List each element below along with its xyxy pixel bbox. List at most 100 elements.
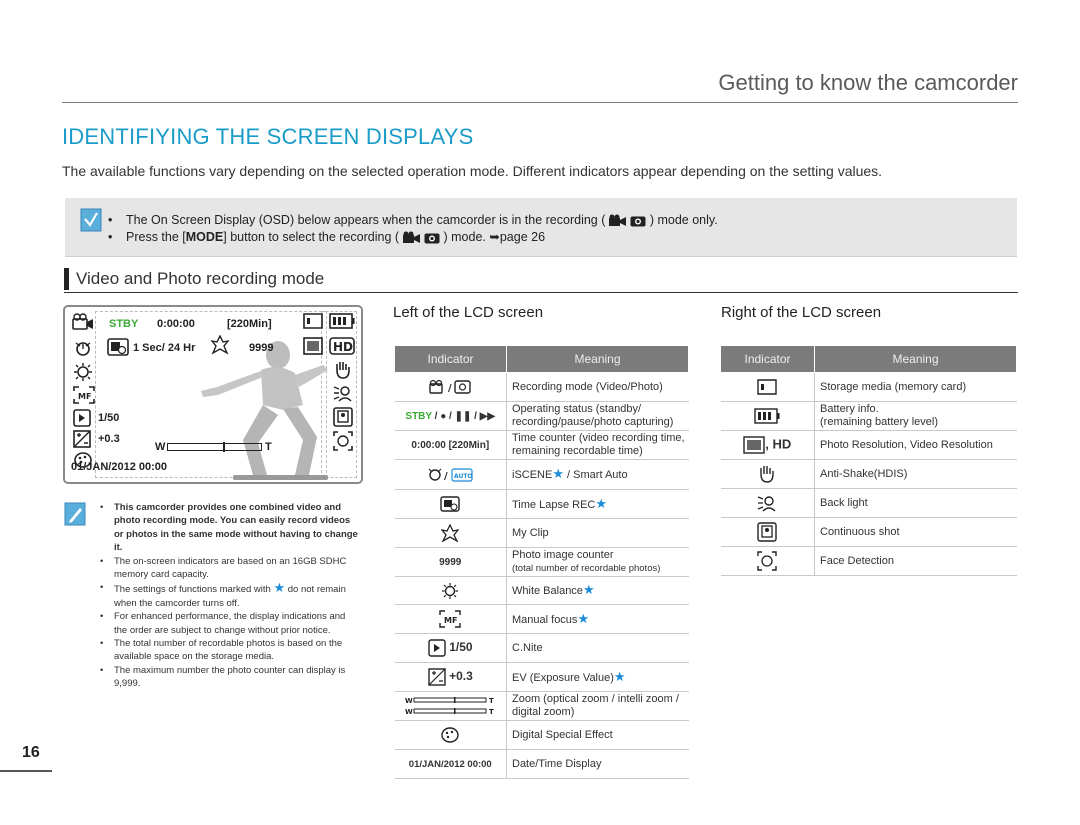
- lcd-date-time: 01/JAN/2012 00:00: [71, 461, 168, 473]
- status-icons: / ● / ❚❚ / ▶▶: [431, 410, 496, 422]
- lcd-zoom-w: W: [155, 441, 166, 453]
- my-clip-icon: [441, 524, 460, 542]
- svg-text:T: T: [489, 697, 494, 705]
- table-row: My Clip: [394, 518, 689, 548]
- chapter-title: Getting to know the camcorder: [718, 70, 1018, 95]
- memory-card-icon: [303, 313, 323, 329]
- table-row: 9999 Photo image counter (total number of…: [394, 547, 689, 577]
- star-icon: ★: [582, 582, 595, 597]
- left-table-heading: Left of the LCD screen: [393, 304, 544, 321]
- my-clip-icon: [211, 335, 229, 355]
- iscene-smart-auto-icon: / AUTO: [428, 467, 473, 482]
- side-note-item: • The settings of functions marked with ★…: [100, 580, 346, 609]
- svg-text:/: /: [448, 383, 452, 394]
- white-balance-icon: [74, 363, 92, 381]
- video-mode-icon: [608, 214, 626, 227]
- svg-text:W: W: [405, 697, 413, 705]
- video-mode-icon: [402, 231, 420, 244]
- note-box: [65, 198, 1017, 257]
- hd-icon: HD: [329, 337, 355, 355]
- side-note-item: • The total number of recordable photos i…: [100, 638, 343, 663]
- col-meaning: Meaning: [506, 345, 689, 373]
- table-row: Face Detection: [720, 546, 1017, 576]
- lcd-cnite: 1/50: [98, 412, 120, 424]
- table-row: White Balance★: [394, 576, 689, 605]
- table-row: / Recording mode (Video/Photo): [394, 372, 689, 402]
- anti-shake-icon: [760, 466, 774, 483]
- lcd-zoom-t: T: [265, 441, 272, 453]
- back-light-icon: [758, 496, 776, 512]
- svg-text:AUTO: AUTO: [454, 473, 473, 480]
- table-row: STBY / ● / ❚❚ / ▶▶ Operating status (sta…: [394, 401, 689, 431]
- lcd-time-lapse-interval: 1 Sec/ 24 Hr: [133, 342, 196, 354]
- svg-text:HD: HD: [333, 340, 353, 354]
- col-meaning: Meaning: [814, 345, 1017, 373]
- time-lapse-icon: [107, 338, 129, 356]
- time-lapse-icon: [440, 496, 460, 512]
- zoom-bar-icon: W T W T: [405, 697, 494, 716]
- skateboarder-silhouette: [201, 341, 328, 480]
- table-row: 0:00:00 [220Min] Time counter (video rec…: [394, 430, 689, 460]
- right-lcd-table: Indicator Meaning Storage media (memory c…: [720, 345, 1017, 576]
- lcd-screen-illustration: STBY 0:00:00 [220Min] 1 Sec/ 24 Hr 9999 …: [63, 305, 363, 484]
- iscene-icon: [75, 342, 91, 356]
- lcd-status: STBY: [109, 318, 139, 330]
- table-row: Digital Special Effect: [394, 720, 689, 750]
- table-row: MF Manual focus★: [394, 604, 689, 634]
- lcd-zoom-bar: [167, 442, 262, 452]
- star-icon: ★: [595, 495, 607, 511]
- section-bar: [64, 268, 69, 290]
- page-number-rule: [0, 770, 52, 772]
- side-note-item: • For enhanced performance, the display i…: [100, 611, 346, 636]
- page-ref[interactable]: page 26: [500, 230, 545, 244]
- star-icon: ★: [577, 610, 590, 626]
- photo-resolution-icon: [303, 337, 323, 355]
- video-photo-mode-icon: [72, 313, 93, 330]
- page-number: 16: [22, 744, 40, 761]
- continuous-shot-icon: [757, 522, 777, 542]
- lcd-photo-counter: 9999: [249, 342, 274, 354]
- battery-icon: [754, 408, 780, 424]
- table-row: , HD Photo Resolution, Video Resolution: [720, 430, 1017, 460]
- star-icon: ★: [613, 668, 626, 684]
- col-indicator: Indicator: [394, 345, 507, 373]
- table-row: Time Lapse REC★: [394, 489, 689, 519]
- ev-icon: [73, 430, 91, 448]
- page-ref-arrow-icon: ➥: [489, 230, 500, 244]
- section-divider: [64, 292, 1018, 293]
- battery-icon: [329, 313, 355, 329]
- side-note-item: • The maximum number the photo counter ca…: [100, 664, 346, 690]
- side-note-item: • This camcorder provides one combined vi…: [100, 502, 358, 554]
- face-detection-icon: [757, 551, 777, 571]
- anti-shake-icon: [336, 362, 350, 379]
- table-row: Storage media (memory card): [720, 372, 1017, 402]
- note-pen-icon: [64, 502, 86, 526]
- col-indicator: Indicator: [720, 345, 815, 373]
- star-icon: ★: [552, 466, 564, 481]
- white-balance-icon: [442, 582, 459, 599]
- star-icon: ★: [273, 580, 286, 596]
- manual-focus-icon: MF: [73, 386, 95, 404]
- side-note-item: • The on-screen indicators are based on a…: [100, 555, 347, 581]
- table-row: 01/JAN/2012 00:00 Date/Time Display: [394, 749, 689, 779]
- section-title: Video and Photo recording mode: [76, 269, 325, 288]
- note-line-2: • Press the [MODE] button to select the r…: [108, 230, 546, 244]
- ev-icon: [428, 668, 446, 686]
- stby-text: STBY: [405, 410, 432, 422]
- table-row: WTWT Zoom (optical zoom / intelli zoom /…: [394, 691, 689, 721]
- page-title: IDENTIFIYING THE SCREEN DISPLAYS: [62, 124, 474, 149]
- table-row: 1/50 C.Nite: [394, 633, 689, 663]
- svg-text:/: /: [444, 471, 448, 482]
- svg-text:MF: MF: [444, 616, 457, 625]
- side-notes: • This camcorder provides one combined vi…: [100, 501, 358, 691]
- memory-card-icon: [757, 379, 777, 395]
- cnite-icon: [428, 639, 446, 657]
- table-row: Back light: [720, 488, 1017, 518]
- continuous-shot-icon: [333, 407, 353, 427]
- video-photo-mode-icon: /: [429, 379, 471, 394]
- back-light-icon: [333, 386, 352, 402]
- right-table-heading: Right of the LCD screen: [721, 304, 882, 321]
- note-check-icon: [80, 208, 102, 232]
- chapter-divider: [62, 102, 1018, 103]
- svg-text:T: T: [489, 708, 494, 716]
